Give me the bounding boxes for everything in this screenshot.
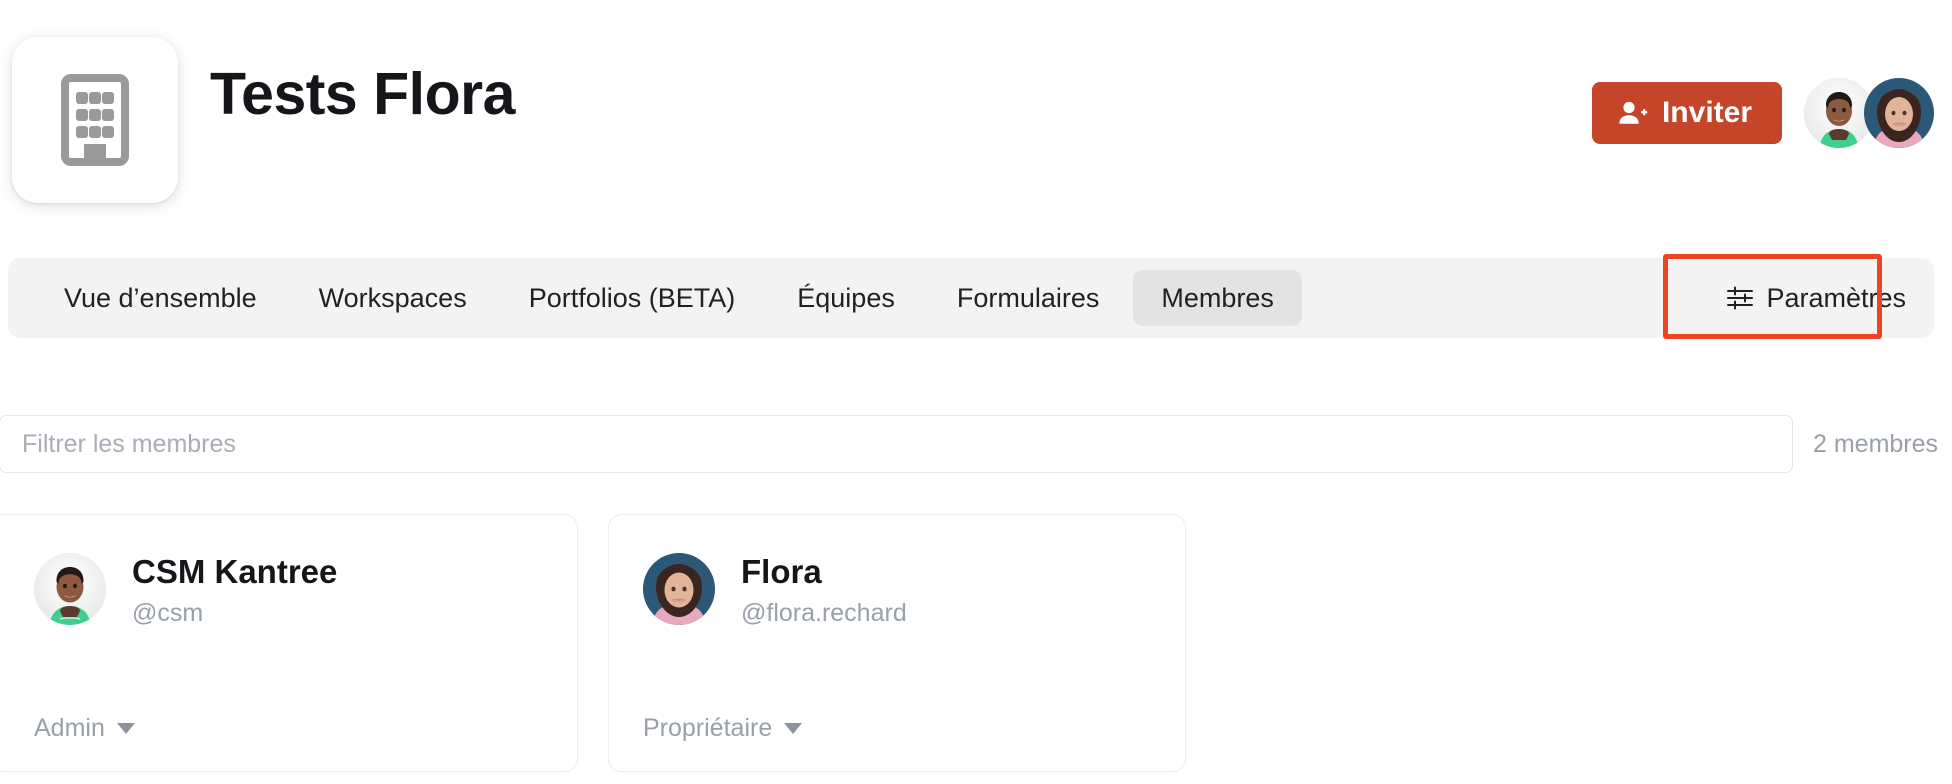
invite-button-label: Inviter — [1661, 96, 1752, 129]
member-header: CSM Kantree @csm — [34, 553, 543, 628]
header-actions: Inviter — [1591, 78, 1934, 148]
member-card[interactable]: Flora @flora.rechard Propriétaire — [608, 514, 1186, 772]
page-title: Tests Flora — [210, 61, 515, 127]
member-name: CSM Kantree — [132, 553, 338, 590]
tab-portfolios-label: Portfolios (BETA) — [528, 282, 736, 313]
person-add-icon — [1618, 100, 1648, 126]
member-handle: @flora.rechard — [741, 598, 907, 627]
tab-teams-label: Équipes — [797, 282, 895, 313]
invite-button[interactable]: Inviter — [1591, 82, 1782, 144]
org-logo-tile — [12, 37, 178, 203]
member-count-label: 2 membres — [1813, 429, 1939, 458]
header-avatar-stack — [1804, 78, 1934, 148]
tab-forms-label: Formulaires — [956, 282, 1100, 313]
avatar-flora[interactable] — [1864, 78, 1934, 148]
members-list: CSM Kantree @csm Admin Flora @flora.rech… — [0, 514, 1952, 772]
member-name: Flora — [741, 553, 822, 590]
filter-row: 2 membres — [0, 414, 1952, 474]
avatar-csm — [34, 553, 106, 625]
tab-overview[interactable]: Vue d’ensemble — [36, 270, 285, 326]
tab-overview-label: Vue d’ensemble — [64, 282, 257, 313]
member-identity: Flora @flora.rechard — [741, 553, 907, 628]
filter-members-input[interactable] — [0, 415, 1793, 473]
tab-settings-label: Paramètres — [1766, 282, 1906, 313]
member-header: Flora @flora.rechard — [643, 553, 1151, 628]
member-role-dropdown[interactable]: Propriétaire — [643, 714, 803, 743]
tab-workspaces-label: Workspaces — [318, 282, 467, 313]
member-handle: @csm — [132, 598, 204, 627]
avatar-flora — [643, 553, 715, 625]
tab-teams[interactable]: Équipes — [769, 270, 923, 326]
member-role-label: Admin — [34, 714, 105, 742]
tab-workspaces[interactable]: Workspaces — [291, 270, 495, 326]
members-page: Tests Flora Inviter Vue d’ensemble Works… — [0, 0, 1952, 784]
tab-members-label: Membres — [1161, 282, 1274, 313]
building-icon — [56, 74, 134, 166]
tab-forms[interactable]: Formulaires — [929, 270, 1128, 326]
tab-portfolios[interactable]: Portfolios (BETA) — [501, 270, 764, 326]
tab-members[interactable]: Membres — [1133, 270, 1302, 326]
tab-bar: Vue d’ensemble Workspaces Portfolios (BE… — [8, 258, 1934, 338]
page-header: Tests Flora Inviter — [0, 0, 1952, 232]
chevron-down-icon — [116, 723, 135, 734]
tune-sliders-icon — [1726, 284, 1754, 312]
member-role-dropdown[interactable]: Admin — [34, 714, 135, 743]
member-identity: CSM Kantree @csm — [132, 553, 337, 628]
member-card[interactable]: CSM Kantree @csm Admin — [0, 514, 578, 772]
chevron-down-icon — [784, 723, 803, 734]
tab-settings[interactable]: Paramètres — [1698, 270, 1934, 326]
member-role-label: Propriétaire — [643, 714, 773, 742]
